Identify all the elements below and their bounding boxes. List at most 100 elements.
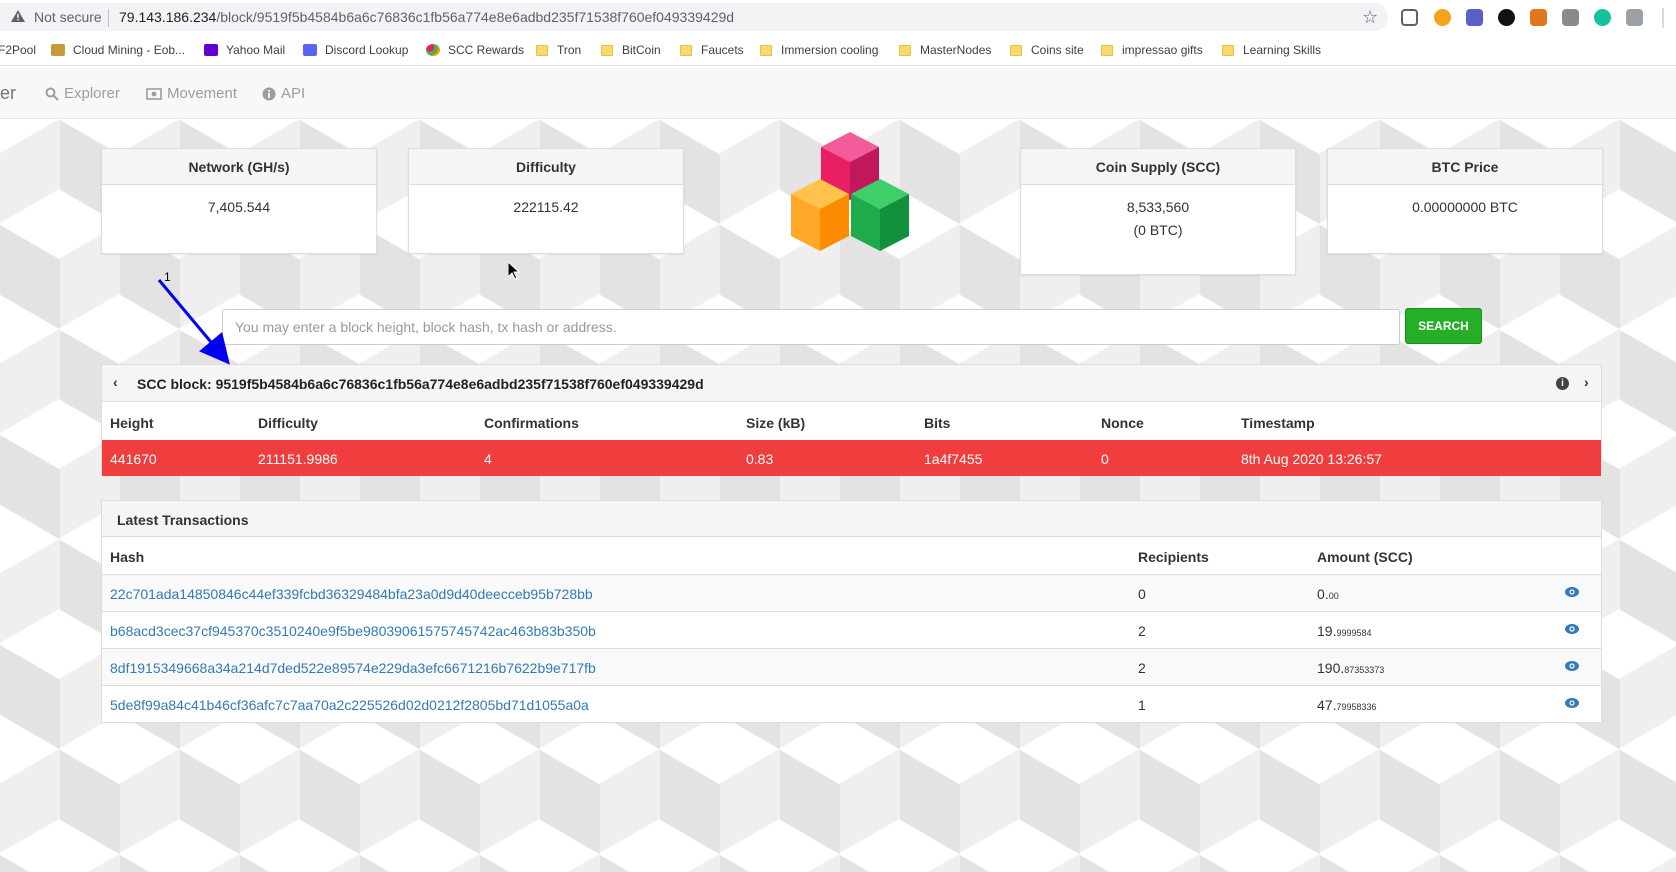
folder-icon — [680, 44, 692, 56]
coin-supply-panel: Coin Supply (SCC) 8,533,560 (0 BTC) — [1020, 148, 1296, 275]
bookmark-label: Coins site — [1031, 43, 1084, 57]
tx-recipients: 2 — [1138, 623, 1146, 639]
col-bits: Bits — [924, 415, 951, 431]
nav-movement[interactable]: Movement — [146, 85, 237, 102]
puzzle-extension-icon[interactable] — [1626, 9, 1643, 26]
bookmark-label: Yahoo Mail — [226, 43, 286, 57]
brand-link[interactable]: er — [0, 83, 16, 104]
scc-icon — [426, 44, 440, 56]
block-title-prefix: SCC block: — [137, 376, 212, 392]
tx-hash-link[interactable]: 8df1915349668a34a214d7ded522e89574e229da… — [110, 660, 596, 676]
table-row: 5de8f99a84c41b46cf36afc7c7aa70a2c225526d… — [102, 685, 1601, 722]
bookmark-scc-rewards[interactable]: SCC Rewards — [426, 43, 524, 57]
folder-icon — [899, 44, 911, 56]
chevron-left-icon[interactable]: ‹ — [113, 374, 118, 390]
network-title: Network (GH/s) — [102, 149, 376, 185]
bookmark-tron[interactable]: Tron — [536, 43, 581, 57]
yahoo-icon — [204, 44, 218, 56]
amount-dec: 00 — [1328, 591, 1339, 601]
search-button[interactable]: SEARCH — [1405, 308, 1482, 344]
difficulty-value: 222115.42 — [513, 199, 579, 215]
scc-logo — [791, 132, 909, 251]
discord-icon — [303, 44, 317, 56]
bookmark-label: BitCoin — [622, 43, 661, 57]
folder-icon — [1010, 44, 1022, 56]
bookmark-label: Cloud Mining - Eob... — [73, 43, 186, 57]
network-panel: Network (GH/s) 7,405.544 — [101, 148, 377, 254]
folder-icon — [1222, 44, 1234, 56]
bookmark-f2pool[interactable]: F2Pool — [0, 43, 36, 57]
folder-icon — [536, 44, 548, 56]
folder-icon — [760, 44, 772, 56]
amount-dec: 79958336 — [1336, 702, 1377, 712]
network-value: 7,405.544 — [207, 199, 271, 215]
nav-label: API — [281, 85, 306, 102]
block-difficulty: 211151.9986 — [258, 451, 338, 467]
tx-hash-link[interactable]: 5de8f99a84c41b46cf36afc7c7aa70a2c225526d… — [110, 697, 589, 713]
nav-explorer[interactable]: Explorer — [45, 85, 120, 102]
eye-icon[interactable] — [1565, 624, 1579, 634]
bookmark-label: MasterNodes — [920, 43, 992, 57]
eye-icon[interactable] — [1565, 587, 1579, 597]
bookmark-masternodes[interactable]: MasterNodes — [899, 43, 991, 57]
cube-extension-icon[interactable] — [1401, 9, 1418, 26]
difficulty-panel: Difficulty 222115.42 — [408, 148, 684, 254]
bookmarks-bar: F2Pool Cloud Mining - Eob... Yahoo Mail … — [0, 36, 1676, 66]
coin-supply-title: Coin Supply (SCC) — [1021, 149, 1295, 185]
bookmark-bitcoin[interactable]: BitCoin — [601, 43, 661, 57]
tx-recipients: 2 — [1138, 660, 1146, 676]
url-text[interactable]: 79.143.186.234/block/9519f5b4584b6a6c768… — [119, 9, 734, 25]
site-navbar: er Explorer Movement API — [0, 67, 1676, 119]
hand-extension-icon[interactable] — [1562, 9, 1579, 26]
warning-icon[interactable] — [11, 10, 25, 22]
info-icon[interactable]: i — [1556, 377, 1569, 390]
chevron-right-icon[interactable]: › — [1584, 374, 1589, 390]
bookmark-star-icon[interactable]: ☆ — [1362, 7, 1378, 28]
col-height: Height — [110, 415, 154, 431]
eye-icon[interactable] — [1565, 698, 1579, 708]
bookmark-impressao-gifts[interactable]: impressao gifts — [1101, 43, 1203, 57]
amount-int: 190. — [1317, 660, 1345, 676]
bookmark-label: Tron — [557, 43, 582, 57]
block-panel: ‹ SCC block: 9519f5b4584b6a6c76836c1fb56… — [101, 364, 1602, 476]
tx-hash-link[interactable]: 22c701ada14850846c44ef339fcbd36329484bfa… — [110, 586, 593, 602]
s-extension-icon[interactable] — [1498, 9, 1515, 26]
tx-amount: 190.87353373 — [1317, 660, 1384, 676]
coin-supply-value: 8,533,560 — [1126, 199, 1190, 215]
col-confirmations: Confirmations — [484, 415, 579, 431]
tx-hash-link[interactable]: b68acd3cec37cf945370c3510240e9f5be980390… — [110, 623, 596, 639]
block-info-row: 441670 211151.9986 4 0.83 1a4f7455 0 8th… — [102, 440, 1601, 476]
bookmark-yahoo-mail[interactable]: Yahoo Mail — [204, 43, 285, 57]
bookmark-label: impressao gifts — [1122, 43, 1203, 57]
tx-amount: 19.9999584 — [1317, 623, 1372, 639]
grammarly-icon[interactable] — [1594, 9, 1611, 26]
bookmark-faucets[interactable]: Faucets — [680, 43, 744, 57]
bookmark-label: Discord Lookup — [325, 43, 409, 57]
bookmark-immersion-cooling[interactable]: Immersion cooling — [760, 43, 878, 57]
table-row: 22c701ada14850846c44ef339fcbd36329484bfa… — [102, 574, 1601, 611]
coin-supply-btc: (0 BTC) — [1133, 222, 1183, 238]
bookmark-coins-site[interactable]: Coins site — [1010, 43, 1084, 57]
col-amount: Amount (SCC) — [1317, 549, 1413, 565]
btc-price-value: 0.00000000 BTC — [1412, 199, 1518, 215]
bookmark-discord-lookup[interactable]: Discord Lookup — [303, 43, 408, 57]
table-row: 8df1915349668a34a214d7ded522e89574e229da… — [102, 648, 1601, 685]
metamask-icon[interactable] — [1530, 9, 1547, 26]
block-bits: 1a4f7455 — [924, 451, 983, 467]
omnibox-divider — [108, 9, 109, 27]
bookmark-label: Immersion cooling — [781, 43, 879, 57]
flag-extension-icon[interactable] — [1466, 9, 1483, 26]
bookmark-learning-skills[interactable]: Learning Skills — [1222, 43, 1321, 57]
bookmark-cloud-mining[interactable]: Cloud Mining - Eob... — [51, 43, 185, 57]
coin-extension-icon[interactable] — [1434, 9, 1451, 26]
url-host: 79.143.186.234 — [119, 9, 217, 25]
search-input[interactable] — [222, 309, 1400, 345]
col-hash: Hash — [110, 549, 145, 565]
tx-recipients: 1 — [1138, 697, 1146, 713]
nav-api[interactable]: API — [262, 85, 305, 102]
security-label[interactable]: Not secure — [34, 9, 102, 25]
bookmark-label: Learning Skills — [1243, 43, 1322, 57]
col-recipients: Recipients — [1138, 549, 1209, 565]
eye-icon[interactable] — [1565, 661, 1579, 671]
browser-address-bar: Not secure 79.143.186.234/block/9519f5b4… — [0, 0, 1676, 36]
